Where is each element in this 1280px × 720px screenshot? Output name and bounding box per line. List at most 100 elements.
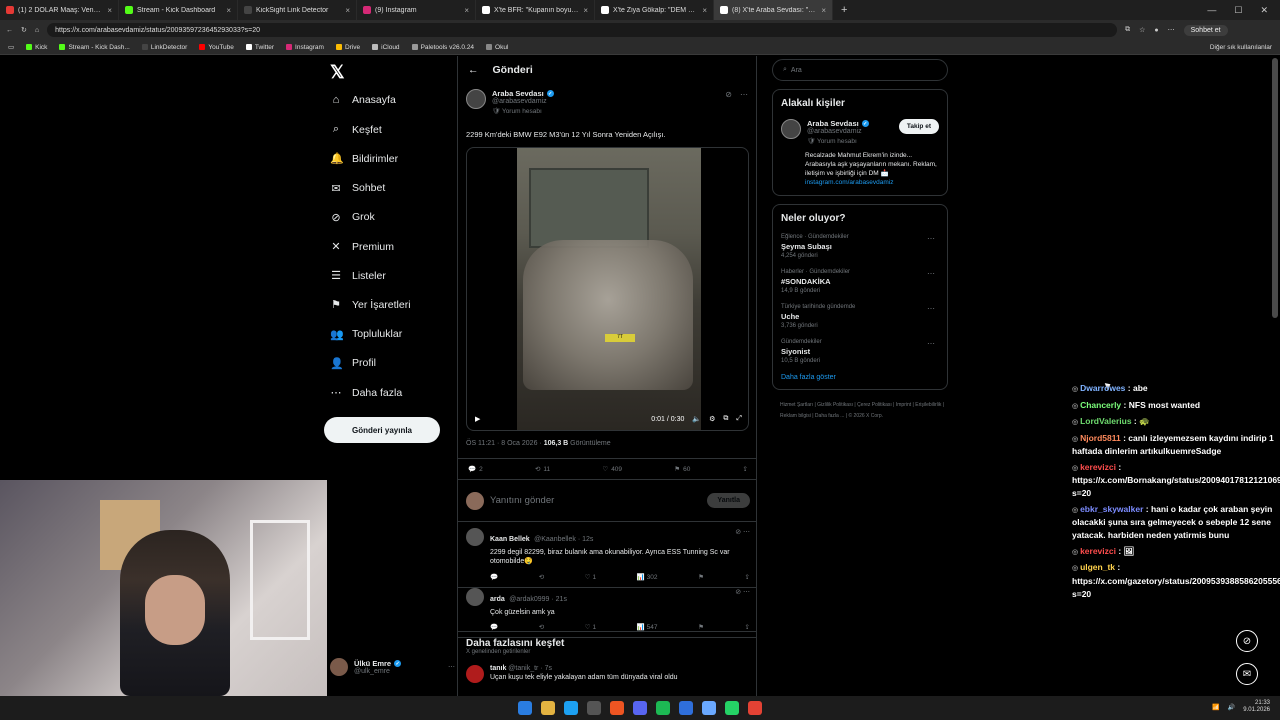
nav-item[interactable]: ⌕ Keşfet bbox=[330, 123, 382, 136]
bookmark-item[interactable]: LinkDetector bbox=[141, 44, 187, 51]
profile-icon[interactable]: ● bbox=[1154, 27, 1158, 34]
trend-item[interactable]: Haberler · Gündemdekiler #SONDAKİKA 14,9 B… bbox=[781, 269, 939, 294]
nav-item[interactable]: 🔔 Bildirimler bbox=[330, 152, 398, 166]
video-player[interactable]: 7T ▶ 0:01 / 0:30 🔈 ⚙ ⧉ ⤢ bbox=[466, 147, 749, 431]
nav-item[interactable]: ⌂ Anasayfa bbox=[330, 94, 396, 106]
nav-item[interactable]: 👥 Topluluklar bbox=[330, 328, 402, 341]
more-icon[interactable]: ⋯ bbox=[927, 304, 935, 313]
reply-input[interactable]: Yanıtını gönder bbox=[490, 495, 701, 506]
browser-tab[interactable]: (9) Instagram × bbox=[357, 0, 476, 20]
app-icon[interactable] bbox=[610, 701, 624, 715]
chrome-icon[interactable] bbox=[748, 701, 762, 715]
account-switcher[interactable]: Ülkü Emre ✓ @ulk_emre ⋯ bbox=[330, 658, 455, 676]
nav-item[interactable]: ⚑ Yer İşaretleri bbox=[330, 298, 411, 312]
repost-stat[interactable]: ⟲ 11 bbox=[535, 465, 550, 474]
video-frame[interactable]: 7T bbox=[517, 148, 701, 430]
maximize-icon[interactable]: ☐ bbox=[1234, 5, 1242, 16]
search-input[interactable]: ⌕ Ara bbox=[772, 59, 948, 81]
browser-tab[interactable]: X'te Ziya Gökalp: "DEM partiyi mı× bbox=[595, 0, 714, 20]
more-icon[interactable]: ⋯ bbox=[927, 269, 935, 278]
related-person[interactable]: Araba Sevdası ✓ @arabasevdamiz 🛡 Yorum he… bbox=[781, 119, 939, 145]
reload-icon[interactable]: ↻ bbox=[21, 26, 27, 34]
footer-link[interactable]: Gizlilik Politikası bbox=[817, 402, 853, 408]
reply-tweet[interactable]: arda @ardak0999 · 21s Çok güzelsin amk ya… bbox=[458, 582, 756, 639]
back-arrow-icon[interactable]: ← bbox=[468, 64, 479, 76]
home-icon[interactable]: ⌂ bbox=[35, 27, 39, 34]
chat-username[interactable]: Dwarrowes bbox=[1080, 383, 1125, 393]
bookmark-item[interactable]: iCloud bbox=[372, 44, 400, 51]
app-icon[interactable] bbox=[587, 701, 601, 715]
start-icon[interactable] bbox=[518, 701, 532, 715]
reply-stat[interactable]: 💬 2 bbox=[468, 465, 483, 474]
extensions-icon[interactable]: ⧉ bbox=[1125, 26, 1130, 34]
bookmark-item[interactable]: YouTube bbox=[199, 44, 234, 51]
avatar[interactable] bbox=[466, 528, 484, 546]
reply-author[interactable]: Kaan Bellek bbox=[490, 536, 530, 543]
repost-icon[interactable]: ⟲ bbox=[539, 573, 544, 581]
avatar[interactable] bbox=[466, 665, 484, 683]
messages-float-icon[interactable]: ✉ bbox=[1236, 663, 1258, 685]
reply-button[interactable]: Yanıtla bbox=[707, 493, 750, 508]
post-button[interactable]: Gönderi yayınla bbox=[324, 417, 440, 443]
pip-icon[interactable]: ⧉ bbox=[723, 415, 728, 423]
chat-username[interactable]: ulgen_tk bbox=[1080, 562, 1115, 572]
trend-item[interactable]: Gündemdekiler Siyonist 10,5 B gönderi ⋯ bbox=[781, 339, 939, 364]
file-explorer-icon[interactable] bbox=[541, 701, 555, 715]
chat-username[interactable]: kerevizci bbox=[1080, 462, 1116, 472]
play-icon[interactable]: ▶ bbox=[475, 415, 480, 423]
settings-icon[interactable]: ⚙ bbox=[709, 415, 715, 423]
bookmarks-icon[interactable]: ▭ bbox=[8, 43, 14, 51]
more-icon[interactable]: ⋯ bbox=[448, 663, 455, 671]
bookmark-item[interactable]: Twitter bbox=[245, 44, 274, 51]
reply-more[interactable]: ⊘ ⋯ bbox=[735, 588, 750, 596]
reply-more[interactable]: ⊘ ⋯ bbox=[735, 528, 750, 536]
x-logo-icon[interactable]: 𝕏 bbox=[330, 62, 345, 83]
other-bookmarks[interactable]: Diğer sık kullanılanlar bbox=[1210, 44, 1272, 51]
show-more-link[interactable]: Daha fazla göster bbox=[781, 374, 939, 381]
bookmark-item[interactable]: Drive bbox=[335, 44, 360, 51]
spotify-icon[interactable] bbox=[656, 701, 670, 715]
reply-icon[interactable]: 💬 bbox=[490, 573, 498, 581]
nav-item[interactable]: ☰ Listeler bbox=[330, 269, 386, 283]
edge-icon[interactable] bbox=[564, 701, 578, 715]
browser-tab[interactable]: (8) X'te Araba Sevdası: "2299 Km' × bbox=[714, 0, 833, 20]
follow-button[interactable]: Takip et bbox=[898, 119, 939, 134]
grok-float-icon[interactable]: ⊘ bbox=[1236, 630, 1258, 652]
close-window-icon[interactable]: ✕ bbox=[1260, 5, 1268, 16]
more-icon[interactable]: ⋯ bbox=[740, 90, 748, 99]
nav-item[interactable]: ✕ Premium bbox=[330, 240, 394, 254]
browser-tab[interactable]: Stream - Kick Dashboard × bbox=[119, 0, 238, 20]
chat-username[interactable]: LordValerius bbox=[1080, 416, 1132, 426]
wifi-icon[interactable]: 📶 bbox=[1212, 704, 1219, 711]
nav-item[interactable]: ⊘ Grok bbox=[330, 211, 374, 224]
bookmark-item[interactable]: Stream - Kick Dash... bbox=[59, 44, 130, 51]
url-field[interactable]: https://x.com/arabasevdamiz/status/20093… bbox=[47, 23, 1118, 37]
share-icon[interactable]: ⇪ bbox=[745, 573, 750, 581]
bio-link[interactable]: instagram.com/arabasevdamiz bbox=[805, 179, 894, 186]
close-icon[interactable]: × bbox=[345, 6, 350, 15]
footer-link[interactable]: © 2026 X Corp. bbox=[848, 413, 883, 419]
close-icon[interactable]: × bbox=[107, 6, 112, 15]
new-tab-button[interactable]: + bbox=[833, 4, 855, 16]
close-icon[interactable]: × bbox=[226, 6, 231, 15]
reply-tweet[interactable]: Kaan Bellek @Kaanbellek · 12s 2299 degil … bbox=[458, 522, 756, 588]
like-stat[interactable]: ♡ 409 bbox=[602, 465, 622, 474]
chat-username[interactable]: Njord5811 bbox=[1080, 433, 1121, 443]
footer-link[interactable]: Reklam bilgisi bbox=[780, 413, 811, 419]
avatar[interactable] bbox=[781, 119, 801, 139]
volume-icon[interactable]: 🔊 bbox=[1228, 704, 1235, 711]
chat-button[interactable]: Sohbet et bbox=[1183, 24, 1228, 36]
author-name[interactable]: Araba Sevdası bbox=[492, 89, 544, 98]
star-icon[interactable]: ☆ bbox=[1139, 26, 1145, 34]
nav-item[interactable]: ⋯ Daha fazla bbox=[330, 386, 403, 400]
bookmark-stat[interactable]: ⚑ 60 bbox=[674, 465, 690, 474]
author-handle[interactable]: @arabasevdamiz bbox=[492, 98, 554, 105]
nav-item[interactable]: 👤 Profil bbox=[330, 357, 376, 370]
chat-username[interactable]: ebkr_skywalker bbox=[1080, 504, 1143, 514]
bookmark-item[interactable]: Okul bbox=[486, 44, 508, 51]
person-name[interactable]: Araba Sevdası bbox=[807, 119, 859, 128]
close-icon[interactable]: × bbox=[702, 6, 707, 15]
browser-tab[interactable]: KickSight Link Detector × bbox=[238, 0, 357, 20]
like-stat[interactable]: ♡ 1 bbox=[585, 573, 596, 581]
trend-item[interactable]: Eğlence · Gündemdekiler Şeyma Subaşı 4,254… bbox=[781, 234, 939, 259]
